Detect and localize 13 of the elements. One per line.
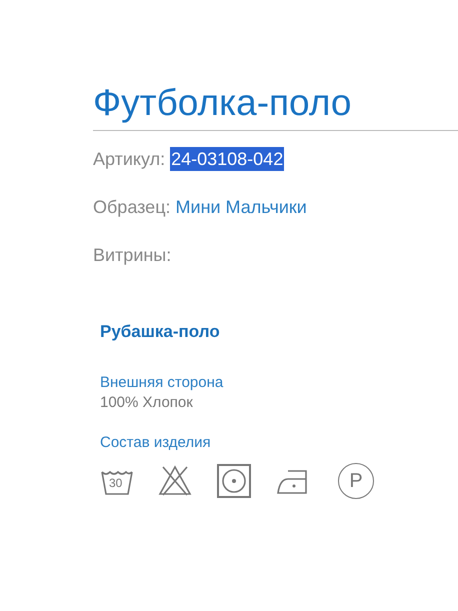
product-title: Футболка-поло [93, 82, 352, 124]
dry-clean-icon: P [338, 462, 374, 498]
field-link[interactable]: Мини Мальчики [176, 195, 307, 219]
field-value: 24-03108-042 [170, 147, 284, 171]
field-label: Образец: [93, 196, 171, 219]
product-name: Рубашка-поло [100, 321, 221, 343]
field-label: Артикул: [93, 148, 166, 171]
composition-label: Состав изделия [100, 432, 212, 452]
no-bleach-icon [158, 464, 192, 498]
tumble-dry-icon [216, 462, 252, 498]
field-label: Витрины: [93, 244, 172, 267]
material-label: Внешняя сторона [100, 372, 224, 392]
material-text: 100% Хлопок [100, 392, 194, 412]
